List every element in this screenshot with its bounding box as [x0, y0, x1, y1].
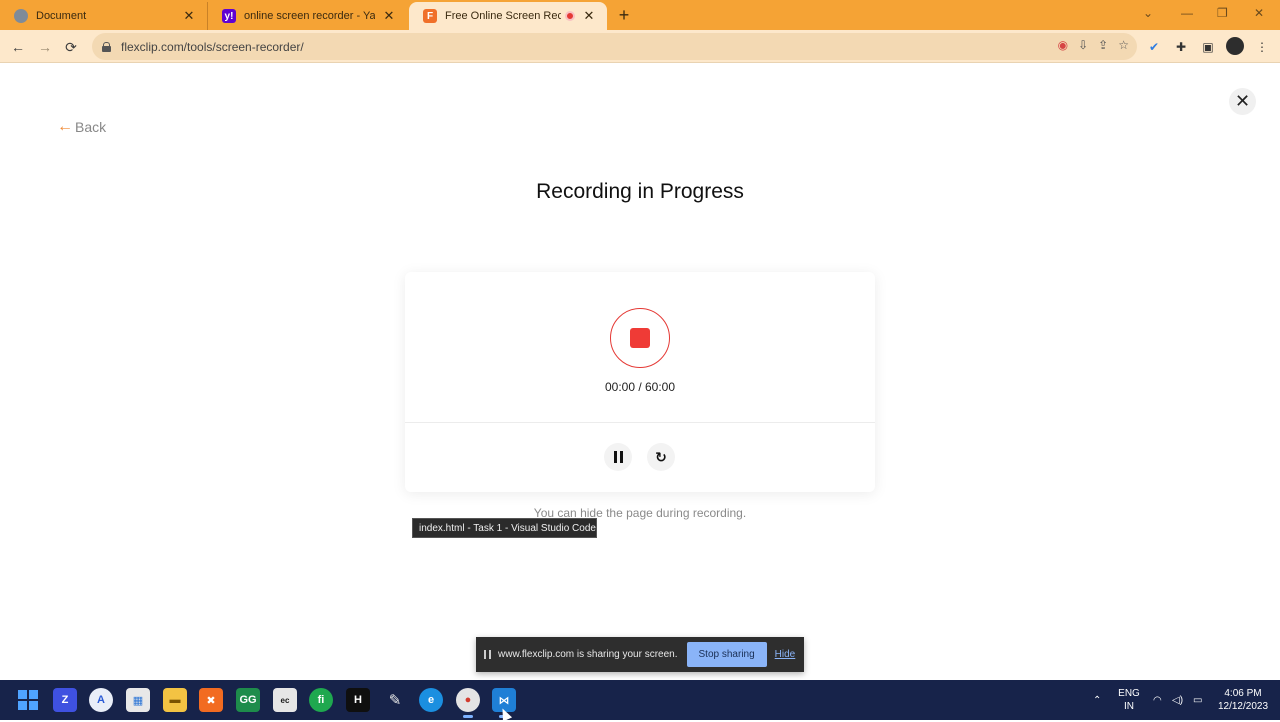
- recording-indicator-icon: [565, 11, 575, 21]
- stop-icon: [630, 328, 650, 348]
- restart-button[interactable]: ↻: [647, 443, 675, 471]
- close-tab-icon[interactable]: ✕: [181, 8, 197, 24]
- screen-sharing-bar: www.flexclip.com is sharing your screen.…: [476, 637, 804, 672]
- chrome-browser-icon[interactable]: ●: [456, 688, 480, 718]
- divider: [405, 422, 875, 423]
- close-tab-icon[interactable]: ✕: [581, 8, 597, 24]
- browser-tab-strip: Document ✕ y! online screen recorder - Y…: [0, 0, 1280, 30]
- tab-document[interactable]: Document ✕: [0, 2, 207, 30]
- share-icon[interactable]: ⇪: [1098, 38, 1108, 52]
- url-text: flexclip.com/tools/screen-recorder/: [121, 39, 304, 54]
- region-code: IN: [1124, 701, 1134, 712]
- stop-sharing-button[interactable]: Stop sharing: [686, 642, 767, 667]
- extension-check-icon[interactable]: ✔: [1146, 39, 1162, 55]
- clock-time: 4:06 PM: [1224, 688, 1262, 699]
- pause-button[interactable]: [604, 443, 632, 471]
- wifi-icon[interactable]: ◠: [1153, 680, 1162, 720]
- tab-flexclip-recorder[interactable]: F Free Online Screen Recorde ✕: [409, 2, 607, 30]
- fiverr-icon[interactable]: fi: [309, 688, 333, 712]
- address-bar[interactable]: flexclip.com/tools/screen-recorder/ ◉ ⇩ …: [92, 33, 1137, 60]
- language-code: ENG: [1118, 688, 1140, 699]
- system-clock[interactable]: 4:06 PM 12/12/2023: [1214, 687, 1272, 713]
- volume-icon[interactable]: ◁): [1172, 680, 1183, 720]
- install-app-icon[interactable]: ⇩: [1078, 38, 1088, 52]
- windows-taskbar: Z A ▦ ▬ ✖ GG ec fi H ✎ e ● ⋈ ⌃ ENG IN ◠ …: [0, 680, 1280, 720]
- back-arrow-icon[interactable]: ←: [8, 37, 28, 57]
- windows-start-icon[interactable]: [16, 688, 40, 712]
- reload-icon[interactable]: ⟳: [61, 37, 81, 57]
- app-store-icon[interactable]: A: [89, 688, 113, 712]
- pen-tool-icon[interactable]: ✎: [383, 688, 407, 712]
- geeksforgeeks-icon[interactable]: GG: [236, 688, 260, 712]
- side-panel-icon[interactable]: ▣: [1200, 39, 1216, 55]
- profile-avatar[interactable]: [1226, 37, 1244, 55]
- recording-card: 00:00 / 60:00 ↻: [405, 272, 875, 492]
- page-title: Recording in Progress: [536, 180, 744, 203]
- tab-yahoo-search[interactable]: y! online screen recorder - Yahoo ✕: [207, 2, 407, 30]
- close-recorder-button[interactable]: ✕: [1229, 88, 1256, 115]
- back-arrow-icon: ←: [57, 118, 73, 135]
- sharing-message: www.flexclip.com is sharing your screen.: [498, 649, 678, 660]
- hide-link[interactable]: Hide: [775, 649, 796, 660]
- pause-icon: [613, 451, 623, 463]
- edge-browser-icon[interactable]: e: [419, 688, 443, 712]
- pause-icon: [484, 650, 491, 659]
- new-tab-button[interactable]: +: [614, 5, 634, 25]
- hackerrank-icon[interactable]: H: [346, 688, 370, 712]
- recording-timer: 00:00 / 60:00: [604, 380, 676, 394]
- microsoft-store-icon[interactable]: ▦: [126, 688, 150, 712]
- menu-kebab-icon[interactable]: ⋮: [1254, 39, 1270, 55]
- bookmark-star-icon[interactable]: ☆: [1118, 38, 1129, 52]
- tab-title: Free Online Screen Recorde: [445, 10, 561, 22]
- taskbar-tooltip: index.html - Task 1 - Visual Studio Code: [412, 518, 597, 538]
- file-explorer-icon[interactable]: ▬: [163, 688, 187, 712]
- battery-icon[interactable]: ▭: [1193, 680, 1202, 720]
- flexclip-icon: F: [423, 9, 437, 23]
- tab-title: online screen recorder - Yahoo: [244, 10, 375, 22]
- browser-toolbar: ← → ⟳ flexclip.com/tools/screen-recorder…: [0, 30, 1280, 63]
- forward-arrow-icon[interactable]: →: [35, 37, 55, 57]
- stop-recording-button[interactable]: [610, 308, 670, 368]
- back-label: Back: [75, 119, 107, 135]
- ecstop-icon[interactable]: ec: [273, 688, 297, 712]
- globe-icon: [14, 9, 28, 23]
- show-hidden-icons[interactable]: ⌃: [1093, 680, 1101, 720]
- maximize-button[interactable]: ❐: [1217, 6, 1228, 20]
- close-tab-icon[interactable]: ✕: [381, 8, 397, 24]
- lock-icon: [102, 41, 111, 52]
- yahoo-icon: y!: [222, 9, 236, 23]
- hide-page-hint: You can hide the page during recording.: [533, 506, 747, 520]
- app-launcher-icon[interactable]: Z: [53, 688, 77, 712]
- tab-title: Document: [36, 10, 87, 22]
- back-link[interactable]: ← Back: [57, 118, 106, 136]
- clock-date: 12/12/2023: [1217, 701, 1269, 712]
- restart-icon: ↻: [655, 448, 667, 465]
- extensions-puzzle-icon[interactable]: ✚: [1173, 39, 1189, 55]
- xampp-icon[interactable]: ✖: [199, 688, 223, 712]
- language-indicator[interactable]: ENG IN: [1117, 687, 1141, 713]
- close-window-button[interactable]: ✕: [1254, 6, 1264, 20]
- camera-blocked-icon[interactable]: ◉: [1058, 38, 1068, 52]
- tab-search-icon[interactable]: ⌄: [1143, 6, 1153, 20]
- minimize-button[interactable]: —: [1181, 6, 1193, 20]
